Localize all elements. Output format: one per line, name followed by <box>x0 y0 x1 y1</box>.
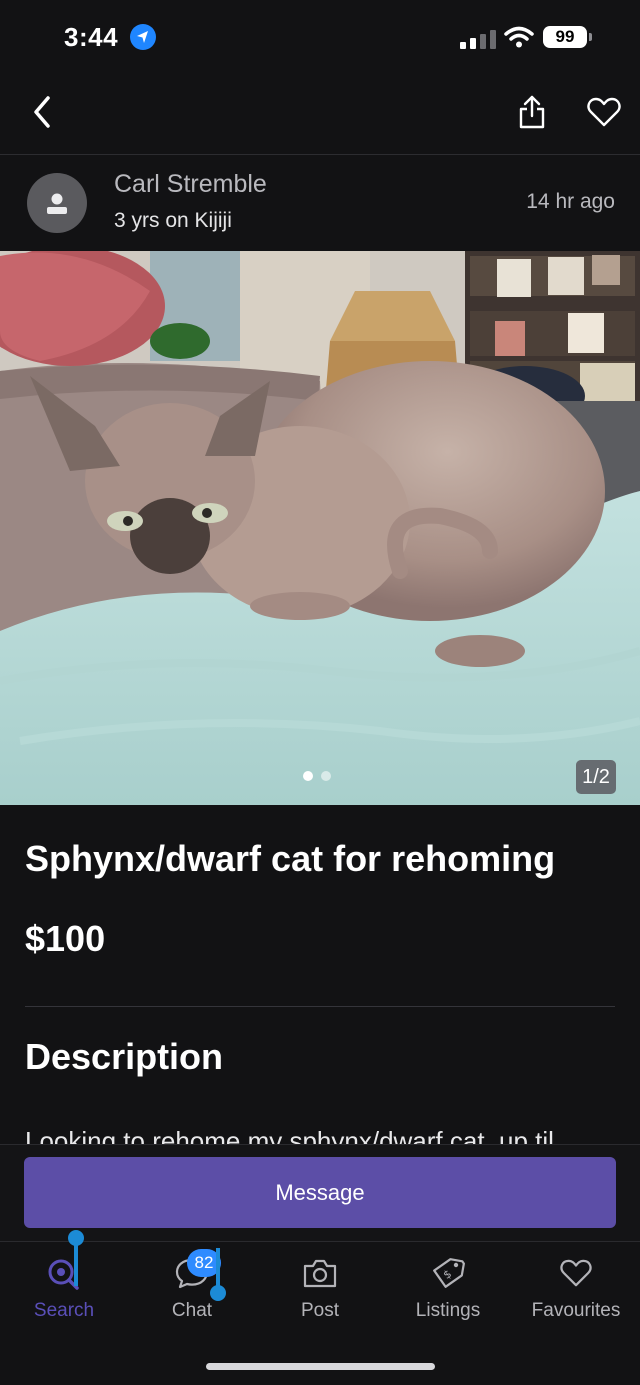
seller-tenure: 3 yrs on Kijiji <box>114 209 232 232</box>
listing-price: $100 <box>25 918 106 959</box>
listing-photo[interactable] <box>0 251 640 805</box>
price-tag-icon: $ <box>430 1252 466 1294</box>
seller-avatar[interactable] <box>27 173 87 233</box>
favourite-button[interactable] <box>586 96 622 128</box>
description-text: Looking to rehome my sphynx/dwarf cat, u… <box>25 1122 615 1144</box>
tab-listings[interactable]: $ Listings <box>384 1252 512 1332</box>
gallery-pagination <box>303 771 331 781</box>
share-icon <box>519 95 545 129</box>
battery-tip <box>589 33 592 41</box>
svg-text:$: $ <box>441 1267 454 1282</box>
share-button[interactable] <box>516 94 548 130</box>
tab-label: Listings <box>415 1300 481 1321</box>
tab-search[interactable]: Search <box>0 1252 128 1332</box>
listing-title: Sphynx/dwarf cat for rehoming <box>25 838 556 879</box>
chevron-left-icon <box>34 96 50 128</box>
header-divider <box>0 154 640 155</box>
signal-icon <box>460 30 496 49</box>
battery-level: 99 <box>555 27 575 46</box>
home-indicator <box>206 1363 435 1370</box>
tab-label: Search <box>33 1300 95 1321</box>
user-icon <box>47 193 67 214</box>
photo-counter: 1/2 <box>576 760 616 794</box>
pin-marker-dot <box>210 1285 226 1301</box>
wifi-icon <box>504 26 534 53</box>
tab-label: Favourites <box>531 1300 621 1321</box>
tab-post[interactable]: Post <box>256 1252 384 1332</box>
back-button[interactable] <box>28 92 60 132</box>
location-arrow-icon <box>130 24 156 50</box>
post-time: 14 hr ago <box>526 190 615 213</box>
page-dot <box>321 771 331 781</box>
camera-icon <box>302 1252 338 1294</box>
page-dot-active <box>303 771 313 781</box>
tab-label: Chat <box>171 1300 213 1321</box>
description-preview: Looking to rehome my sphynx/dwarf cat, u… <box>25 1126 554 1144</box>
pin-marker-line <box>74 1240 78 1286</box>
battery-icon: 99 <box>543 26 587 48</box>
description-heading: Description <box>25 1036 224 1077</box>
seller-name[interactable]: Carl Stremble <box>114 170 267 199</box>
message-button[interactable]: Message <box>24 1157 616 1228</box>
section-divider <box>25 1006 615 1007</box>
heart-icon <box>559 1252 593 1294</box>
tab-favourites[interactable]: Favourites <box>512 1252 640 1332</box>
status-time: 3:44 <box>64 22 119 52</box>
tab-label: Post <box>300 1300 340 1321</box>
heart-icon <box>587 97 621 127</box>
